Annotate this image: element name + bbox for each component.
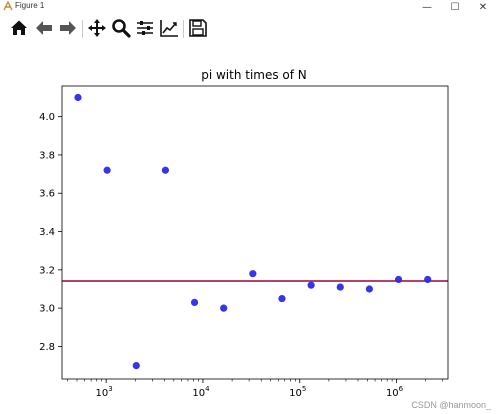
home-icon (11, 20, 27, 35)
subplots-sliders-icon (137, 21, 153, 35)
scatter-point (249, 270, 257, 278)
scatter-point (190, 298, 199, 306)
toolbar-separator (82, 20, 83, 38)
x-tick-label: 106 (386, 385, 404, 399)
y-tick-label: 3.2 (39, 265, 55, 276)
chart-title: pi with times of N (201, 68, 307, 82)
watermark: CSDN @hanmoon_ (411, 400, 491, 410)
subplots-button[interactable] (134, 17, 156, 39)
scatter-point (220, 304, 228, 312)
save-floppy-icon (189, 19, 207, 37)
figure-canvas: pi with times of N 2.8 3.0 3.2 3.4 3.6 3.8 4.0… (39, 68, 449, 399)
scatter-point (74, 93, 82, 102)
x-tick-label: 104 (192, 385, 210, 399)
back-arrow-icon (36, 21, 52, 35)
y-tick-label: 3.8 (39, 150, 55, 161)
scatter-points (74, 93, 432, 370)
scatter-point (132, 361, 140, 370)
scatter-point (424, 275, 432, 284)
back-button[interactable] (33, 17, 55, 39)
axes-frame (61, 85, 449, 380)
y-axis-ticks: 2.8 3.0 3.2 3.4 3.6 3.8 4.0 (39, 112, 62, 353)
pan-move-icon (88, 19, 106, 37)
matplotlib-toolbar (0, 14, 497, 44)
scatter-point (161, 166, 170, 174)
home-button[interactable] (8, 17, 30, 39)
close-button[interactable]: ✕ (469, 0, 497, 14)
y-tick-label: 3.4 (39, 227, 55, 238)
y-tick-label: 2.8 (39, 342, 55, 353)
scatter-point (103, 166, 111, 174)
x-tick-label: 105 (289, 385, 306, 399)
minimize-button[interactable]: — (413, 0, 441, 14)
toolbar-separator (183, 20, 184, 38)
forward-button[interactable] (57, 17, 79, 39)
scatter-point (365, 285, 374, 293)
matplotlib-app-icon (3, 1, 13, 11)
edit-axes-icon (160, 20, 178, 37)
window-titlebar: Figure 1 — ☐ ✕ (0, 0, 497, 14)
scatter-point (394, 275, 403, 284)
window-title: Figure 1 (15, 1, 45, 10)
zoom-button[interactable] (110, 17, 132, 39)
scatter-point (336, 283, 344, 291)
zoom-magnifier-icon (112, 19, 131, 38)
x-axis-ticks: 103 104 105 106 (67, 379, 444, 399)
save-button[interactable] (187, 17, 209, 39)
scatter-point (278, 294, 286, 303)
scatter-point (307, 281, 315, 289)
y-tick-label: 3.0 (39, 304, 55, 315)
pan-button[interactable] (86, 17, 108, 39)
forward-arrow-icon (60, 21, 76, 35)
y-tick-label: 4.0 (39, 112, 55, 123)
x-tick-label: 103 (96, 385, 113, 399)
edit-axes-button[interactable] (158, 17, 180, 39)
y-tick-label: 3.6 (39, 189, 55, 200)
maximize-button[interactable]: ☐ (441, 0, 469, 14)
